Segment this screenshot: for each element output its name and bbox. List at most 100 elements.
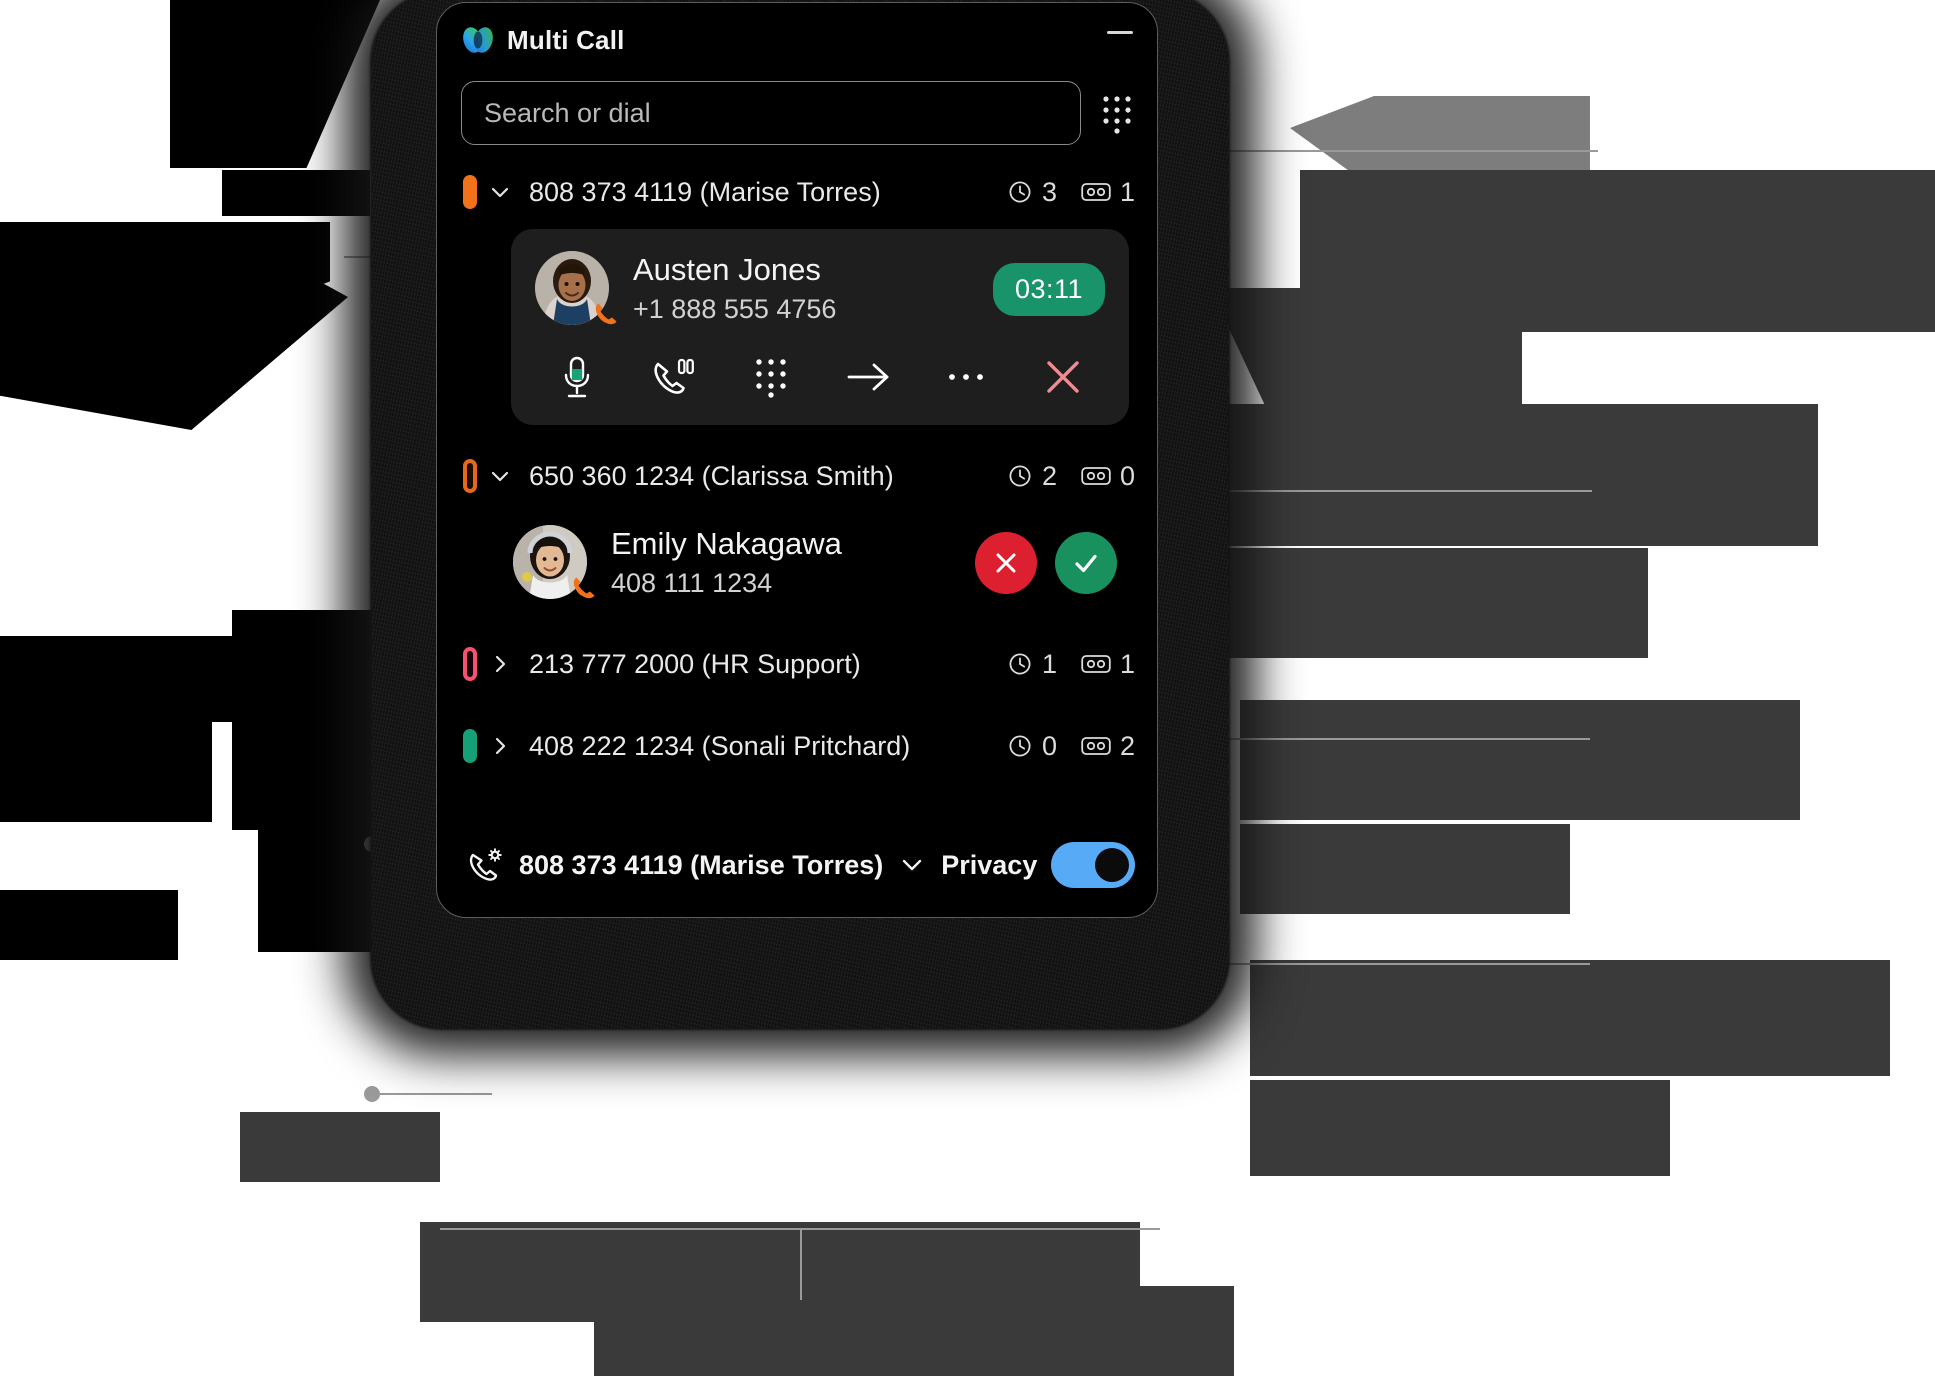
incoming-call-card: Emily Nakagawa 408 111 1234 (511, 515, 1129, 611)
recent-calls-metric: 2 (1007, 461, 1057, 492)
recent-calls-metric: 1 (1007, 649, 1057, 680)
line-status-pill (463, 175, 477, 209)
recent-calls-count: 0 (1041, 730, 1057, 761)
chevron-down-icon[interactable] (487, 463, 513, 489)
call-line-header-4[interactable]: 408 222 1234 (Sonali Pritchard) 0 2 (437, 717, 1157, 775)
voicemail-icon (1081, 467, 1111, 485)
clock-icon (1009, 181, 1031, 203)
grid-dots-icon[interactable] (1099, 91, 1135, 135)
accept-call-button[interactable] (1055, 532, 1117, 594)
hold-button[interactable] (646, 351, 702, 403)
annotation-blob (1290, 96, 1590, 176)
end-call-button[interactable] (1035, 351, 1091, 403)
transfer-arrow-icon (847, 363, 888, 391)
chevron-down-icon[interactable] (897, 854, 927, 876)
call-line-list: 808 373 4119 (Marise Torres) 3 1 Austen … (437, 145, 1157, 775)
clock-icon (1009, 735, 1031, 757)
search-row (437, 77, 1157, 145)
leader-dot (364, 1086, 380, 1102)
line-status-pill (463, 647, 477, 681)
voicemail-count: 0 (1119, 460, 1135, 491)
minimize-button[interactable] (1107, 31, 1133, 34)
recent-calls-metric: 0 (1007, 731, 1057, 762)
more-button[interactable] (938, 351, 994, 403)
recent-calls-count: 1 (1041, 648, 1057, 679)
annotation-blob (222, 170, 370, 216)
annotation-blob (170, 0, 380, 168)
search-box[interactable] (461, 81, 1081, 145)
recent-calls-metric: 3 (1007, 177, 1057, 208)
phone-icon (573, 577, 595, 599)
voicemail-count: 2 (1119, 730, 1135, 761)
active-line-selector[interactable]: 808 373 4119 (Marise Torres) (467, 847, 927, 883)
chevron-right-icon[interactable] (487, 651, 513, 677)
leader-line (380, 1093, 492, 1095)
phone-icon (595, 303, 617, 325)
multi-call-window: Multi Call Search or dial 808 373 4119 (… (436, 2, 1158, 918)
avatar (513, 525, 595, 601)
annotation-blob (1250, 960, 1890, 1076)
annotation-blob (0, 636, 268, 722)
annotation-blob (1240, 700, 1800, 820)
clock-icon (1009, 653, 1031, 675)
call-line-label: 408 222 1234 (Sonali Pritchard) (529, 730, 911, 761)
screenshot-stage: Multi Call Search or dial 808 373 4119 (… (0, 0, 1935, 1376)
annotation-blob (0, 722, 212, 822)
call-line-header-1[interactable]: 808 373 4119 (Marise Torres) 3 1 (437, 163, 1157, 221)
window-title-bar: Multi Call (437, 3, 1157, 77)
bottom-bar: 808 373 4119 (Marise Torres) Privacy (437, 813, 1157, 917)
incoming-call-actions (975, 532, 1117, 594)
line-status-pill (463, 729, 477, 763)
active-line-label: 808 373 4119 (Marise Torres) (519, 849, 884, 880)
transfer-button[interactable] (841, 351, 897, 403)
active-call-card: Austen Jones +1 888 555 4756 03:11 (511, 229, 1129, 425)
multi-call-logo-icon (463, 27, 493, 53)
decline-call-button[interactable] (975, 532, 1037, 594)
privacy-toggle[interactable] (1051, 842, 1136, 888)
call-line-header-3[interactable]: 213 777 2000 (HR Support) 1 1 (437, 635, 1157, 693)
call-line-label: 808 373 4119 (Marise Torres) (529, 176, 881, 207)
mute-button[interactable] (549, 351, 605, 403)
leader-line (440, 1228, 1160, 1230)
phone-settings-icon (469, 848, 502, 881)
voicemail-icon (1081, 183, 1111, 201)
active-call-name: Austen Jones (633, 251, 821, 287)
annotation-blob (1228, 404, 1818, 546)
decline-x-icon (996, 553, 1016, 573)
recent-calls-count: 2 (1041, 460, 1057, 491)
end-call-x-icon (1047, 361, 1079, 393)
annotation-blob (1240, 824, 1570, 914)
keypad-button[interactable] (743, 351, 799, 403)
annotation-blob (594, 1286, 1234, 1376)
active-call-number: +1 888 555 4756 (633, 293, 837, 324)
clock-icon (1009, 465, 1031, 487)
call-line-label: 650 360 1234 (Clarissa Smith) (529, 460, 894, 491)
annotation-blob (240, 1112, 440, 1182)
annotation-blob (258, 820, 378, 952)
voicemail-icon (1081, 655, 1111, 673)
voicemail-metric: 1 (1081, 177, 1135, 208)
active-call-actions (535, 327, 1105, 407)
line-status-pill (463, 459, 477, 493)
incoming-call-contact: Emily Nakagawa 408 111 1234 (611, 526, 842, 600)
search-input[interactable] (484, 97, 1058, 129)
voicemail-metric: 2 (1081, 731, 1135, 762)
keypad-icon (756, 359, 787, 398)
chevron-right-icon[interactable] (487, 733, 513, 759)
annotation-blob (1250, 1080, 1670, 1176)
more-ellipsis-icon (948, 374, 983, 380)
call-line-header-2[interactable]: 650 360 1234 (Clarissa Smith) 2 0 (437, 447, 1157, 505)
voicemail-icon (1081, 737, 1111, 755)
annotation-blob (1490, 248, 1935, 332)
call-hold-icon (654, 358, 695, 394)
annotation-blob (1210, 288, 1522, 408)
accept-check-icon (1075, 554, 1097, 573)
chevron-down-icon[interactable] (487, 179, 513, 205)
voicemail-metric: 0 (1081, 461, 1135, 492)
active-call-header: Austen Jones +1 888 555 4756 03:11 (535, 251, 1105, 327)
incoming-call-name: Emily Nakagawa (611, 525, 842, 561)
microphone-mute-icon (564, 356, 590, 398)
voicemail-metric: 1 (1081, 649, 1135, 680)
voicemail-count: 1 (1119, 648, 1135, 679)
voicemail-count: 1 (1119, 176, 1135, 207)
